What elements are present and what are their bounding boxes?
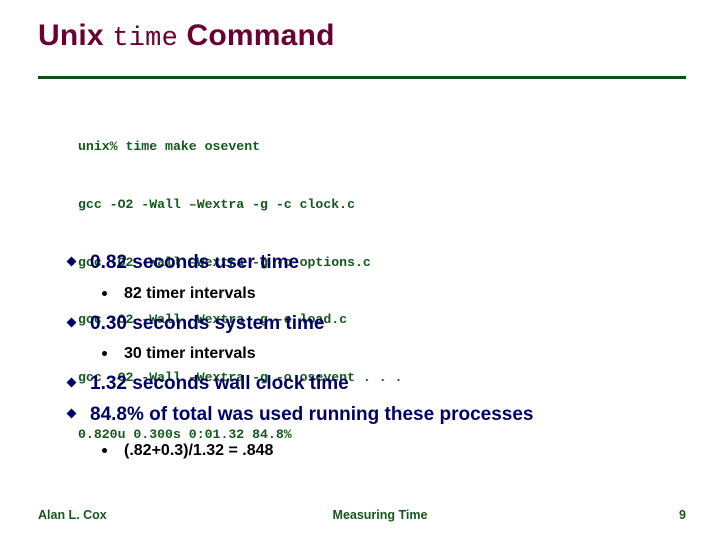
- diamond-bullet-icon: [66, 317, 77, 327]
- page-title: Unix time Command: [38, 19, 335, 54]
- list-item-label: 82 timer intervals: [124, 284, 256, 302]
- list-item: 30 timer intervals: [62, 340, 682, 367]
- list-item-label: 84.8% of total was used running these pr…: [90, 403, 534, 425]
- diamond-bullet-icon: [66, 377, 77, 388]
- title-divider: [38, 76, 686, 79]
- list-item: 84.8% of total was used running these pr…: [62, 401, 682, 429]
- code-line: gcc -O2 -Wall –Wextra -g -c clock.c: [78, 197, 355, 213]
- list-item-label: 0.30 seconds system time: [90, 312, 325, 334]
- dot-bullet-icon: [102, 290, 107, 296]
- page-title-part2: Command: [177, 19, 335, 52]
- list-item: 82 timer intervals: [62, 280, 682, 307]
- code-line: unix% time make osevent: [78, 139, 261, 155]
- list-item-label: (.82+0.3)/1.32 = .848: [124, 442, 274, 459]
- diamond-bullet-icon: [66, 256, 77, 267]
- slide: Unix time Command unix% time make oseven…: [0, 0, 720, 540]
- list-item: 0.82 seconds user time: [62, 249, 682, 277]
- list-item: (.82+0.3)/1.32 = .848: [62, 437, 682, 464]
- dot-bullet-icon: [102, 351, 107, 356]
- dot-bullet-icon: [102, 448, 107, 453]
- page-title-mono-word: time: [112, 24, 178, 54]
- diamond-bullet-icon: [66, 408, 77, 418]
- list-item-label: 0.82 seconds user time: [90, 252, 300, 273]
- page-title-part1: Unix: [38, 19, 113, 52]
- slide-footer: Alan L. Cox Measuring Time 9: [38, 508, 686, 528]
- list-item: 1.32 seconds wall clock time: [62, 370, 682, 398]
- footer-subject: Measuring Time: [332, 508, 428, 522]
- list-item-label: 30 timer intervals: [124, 345, 256, 362]
- list-item: 0.30 seconds system time: [62, 310, 682, 338]
- footer-page-number: 9: [679, 508, 686, 522]
- list-item-label: 1.32 seconds wall clock time: [90, 373, 349, 394]
- bullet-list: 0.82 seconds user time 82 timer interval…: [62, 249, 682, 464]
